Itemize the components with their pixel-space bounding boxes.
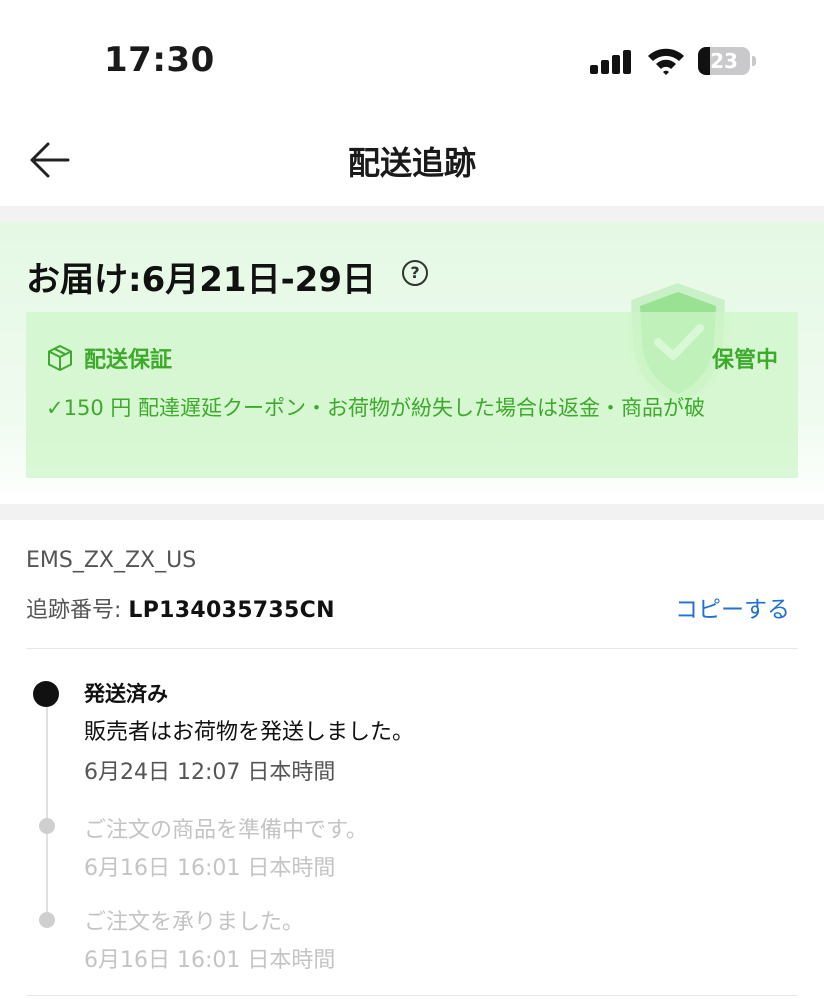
section-gap [0,504,824,520]
divider [26,648,798,649]
timeline-time: 6月16日 16:01 日本時間 [84,856,336,881]
divider [26,995,798,996]
guarantee-description: ✓150 円 配達遅延クーポン・お荷物が紛失した場合は返金・商品が破 [46,396,706,420]
timeline-time: 6月24日 12:07 日本時間 [84,760,336,785]
tracking-label: 追跡番号: [26,598,122,623]
wifi-icon [648,48,684,75]
delivery-banner: お届け:6月21日-29日 ? 配送保証 保管中 ✓150 円 配達遅延クーポン… [0,222,824,504]
timeline-connector [46,706,48,820]
section-gap [0,206,824,222]
timeline-message: 販売者はお荷物を発送しました。 [84,720,415,745]
delivery-estimate: お届け:6月21日-29日 [26,260,376,300]
battery-tip [752,56,756,66]
timeline-dot [39,818,55,834]
delivery-guarantee-card[interactable]: 配送保証 保管中 ✓150 円 配達遅延クーポン・お荷物が紛失した場合は返金・商… [26,312,798,478]
status-time: 17:30 [104,40,215,80]
battery-icon: 23 [698,47,750,75]
status-bar: 17:30 23 [0,0,824,110]
guarantee-status: 保管中 [711,348,778,373]
timeline-status: 発送済み [84,682,168,706]
battery-level: 23 [710,49,738,73]
nav-bar: 配送追跡 [0,112,824,204]
guarantee-title: 配送保証 [84,348,173,373]
page-title: 配送追跡 [347,144,476,182]
timeline-time: 6月16日 16:01 日本時間 [84,948,336,973]
tracking-number-row: 追跡番号: LP134035735CN [26,592,335,624]
timeline-connector [46,832,48,914]
help-icon[interactable]: ? [402,260,428,286]
tracking-number: LP134035735CN [128,598,335,623]
timeline-message: ご注文の商品を準備中です。 [84,818,368,843]
timeline-dot [39,912,55,928]
carrier-name: EMS_ZX_ZX_US [26,548,197,573]
copy-button[interactable]: コピーする [675,590,790,624]
timeline-message: ご注文を承りました。 [84,910,305,935]
timeline-dot-current [33,681,59,707]
cellular-signal-icon [590,50,634,74]
package-icon [48,345,72,371]
